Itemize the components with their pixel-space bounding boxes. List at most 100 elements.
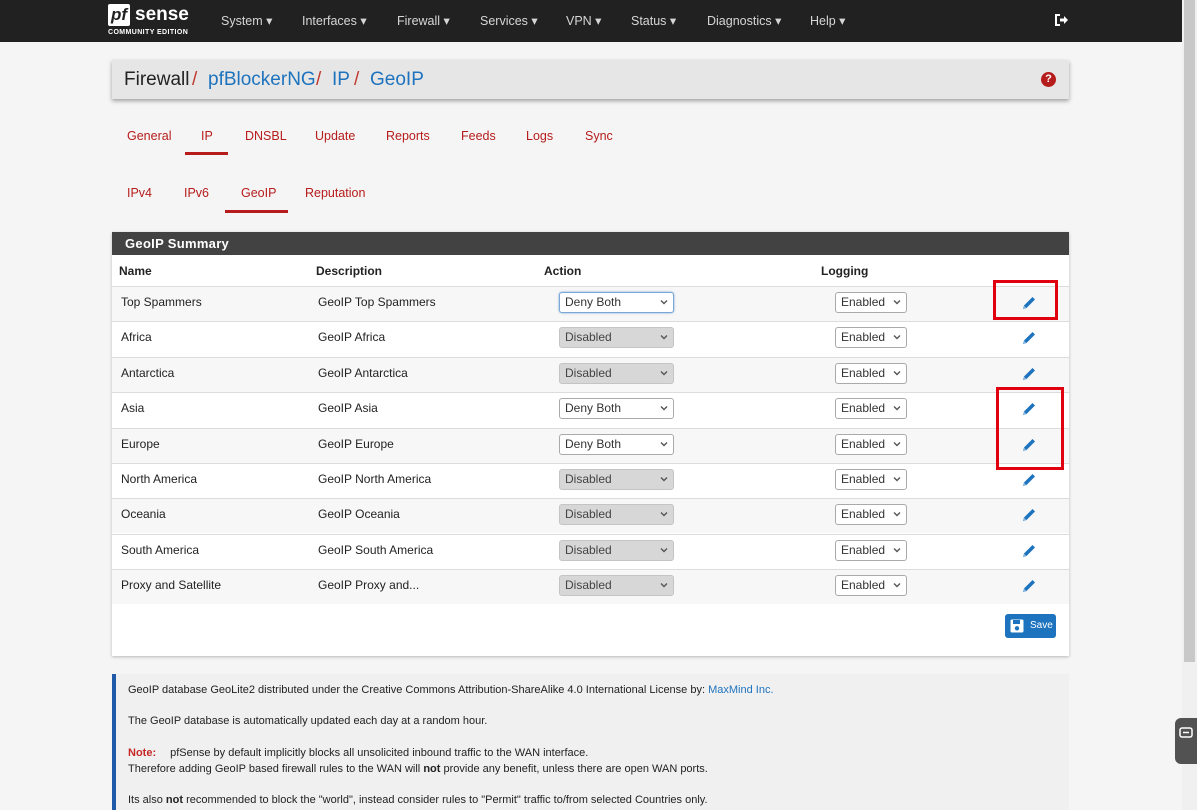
logging-select[interactable]: Enabled [835, 327, 907, 349]
chevron-down-icon [893, 512, 901, 517]
action-value: Disabled [565, 472, 612, 486]
subtab-ipv4[interactable]: IPv4 [127, 186, 152, 200]
logging-value: Enabled [841, 401, 886, 416]
logging-select[interactable]: Enabled [835, 292, 907, 313]
action-value: Deny Both [565, 401, 622, 416]
column-name: Name [119, 264, 152, 278]
row-name: Europe [121, 436, 160, 451]
action-select[interactable]: Disabled [559, 469, 674, 490]
subtab-ipv6[interactable]: IPv6 [184, 186, 209, 200]
action-value: Deny Both [565, 436, 622, 451]
breadcrumb-pfblockerng[interactable]: pfBlockerNG [208, 69, 316, 91]
row-name: Top Spammers [121, 295, 202, 309]
table-row: Oceania GeoIP Oceania Disabled Enabled [112, 498, 1069, 534]
save-button[interactable]: Save [1005, 614, 1056, 638]
action-select[interactable]: Disabled [559, 504, 674, 526]
logging-select[interactable]: Enabled [835, 469, 907, 490]
row-description: GeoIP Oceania [318, 507, 400, 522]
table-row: Asia GeoIP Asia Deny Both Enabled [112, 392, 1069, 427]
tab-general[interactable]: General [127, 129, 171, 143]
action-value: Disabled [565, 542, 612, 557]
edit-pencil-icon[interactable] [1021, 578, 1037, 594]
chevron-down-icon [660, 477, 668, 482]
tab-ip[interactable]: IP [201, 129, 213, 143]
pfsense-logo[interactable]: pf sense COMMUNITY EDITION [108, 4, 198, 38]
table-row: Europe GeoIP Europe Deny Both Enabled [112, 427, 1069, 463]
subtab-reputation[interactable]: Reputation [305, 186, 365, 200]
action-select[interactable]: Disabled [559, 575, 674, 597]
chevron-down-icon [660, 512, 668, 517]
nav-vpn[interactable]: VPN ▾ [566, 13, 601, 28]
logging-select[interactable]: Enabled [835, 433, 907, 455]
chevron-down-icon [893, 300, 901, 305]
breadcrumb-ip[interactable]: IP [332, 69, 350, 91]
action-value: Deny Both [565, 295, 622, 309]
chevron-down-icon [893, 583, 901, 588]
top-navbar: pf sense COMMUNITY EDITION System ▾ Inte… [0, 0, 1182, 42]
subtab-geoip[interactable]: GeoIP [241, 186, 276, 200]
action-value: Disabled [565, 330, 612, 345]
edit-pencil-icon[interactable] [1021, 366, 1037, 382]
row-name: Asia [121, 401, 145, 416]
logging-select[interactable]: Enabled [835, 539, 907, 561]
info-world-line: Its also not recommended to block the "w… [128, 794, 708, 806]
maxmind-link[interactable]: MaxMind Inc. [708, 684, 773, 696]
logging-value: Enabled [841, 542, 886, 557]
edit-pencil-icon[interactable] [1021, 472, 1037, 488]
nav-system[interactable]: System ▾ [221, 13, 272, 28]
logging-value: Enabled [841, 330, 886, 345]
tab-feeds[interactable]: Feeds [461, 129, 496, 143]
row-name: Africa [121, 330, 152, 345]
highlight-box-asia-europe-edit [996, 387, 1064, 470]
chevron-down-icon [893, 370, 901, 376]
highlight-box-top-spammers-edit [993, 280, 1058, 320]
nav-services[interactable]: Services ▾ [480, 13, 538, 28]
action-value: Disabled [565, 507, 612, 522]
logging-select[interactable]: Enabled [835, 575, 907, 597]
info-wan-line: Therefore adding GeoIP based firewall ru… [128, 763, 708, 775]
tab-logs[interactable]: Logs [526, 129, 553, 143]
side-support-widget[interactable] [1175, 718, 1197, 764]
tab-reports[interactable]: Reports [386, 129, 430, 143]
action-select[interactable]: Disabled [559, 362, 674, 384]
nav-help[interactable]: Help ▾ [810, 13, 845, 28]
chevron-down-icon [660, 547, 668, 553]
tab-dnsbl[interactable]: DNSBL [245, 129, 287, 143]
column-description: Description [316, 264, 383, 278]
logout-icon[interactable] [1053, 12, 1069, 28]
row-description: GeoIP South America [318, 542, 434, 557]
nav-diagnostics[interactable]: Diagnostics ▾ [707, 13, 781, 28]
logging-value: Enabled [841, 365, 886, 380]
tab-update[interactable]: Update [315, 129, 355, 143]
wan-text-c: provide any benefit, unless there are op… [440, 763, 708, 775]
table-row: Proxy and Satellite GeoIP Proxy and... Dis… [112, 569, 1069, 605]
scrollbar-thumb[interactable] [1184, 0, 1195, 662]
wan-text-bold: not [423, 763, 441, 775]
edit-pencil-icon[interactable] [1021, 507, 1037, 523]
action-select[interactable]: Disabled [559, 327, 674, 349]
action-select[interactable]: Deny Both [559, 433, 674, 455]
nav-status[interactable]: Status ▾ [631, 13, 676, 28]
logo-sense: sense [135, 4, 189, 25]
nav-firewall[interactable]: Firewall ▾ [397, 13, 450, 28]
logging-select[interactable]: Enabled [835, 504, 907, 526]
edit-pencil-icon[interactable] [1021, 543, 1037, 559]
geoip-summary-panel: GeoIP Summary Name Description Action Lo… [112, 232, 1069, 656]
action-select[interactable]: Deny Both [559, 398, 674, 420]
nav-interfaces[interactable]: Interfaces ▾ [302, 13, 367, 28]
world-text-bold: not [165, 794, 184, 806]
wan-text-a: Therefore adding GeoIP based firewall ru… [128, 763, 424, 775]
breadcrumb-geoip[interactable]: GeoIP [370, 69, 424, 91]
breadcrumb-separator: / [192, 69, 198, 90]
tab-sync[interactable]: Sync [585, 129, 613, 143]
action-value: Disabled [565, 365, 612, 380]
edit-pencil-icon[interactable] [1021, 330, 1037, 346]
help-icon[interactable]: ? [1041, 72, 1056, 87]
action-select[interactable]: Disabled [559, 539, 674, 561]
row-description: GeoIP Proxy and... [318, 578, 420, 593]
action-select[interactable]: Deny Both [559, 292, 674, 313]
logging-select[interactable]: Enabled [835, 362, 907, 384]
logo-pf: pf [108, 4, 131, 26]
logging-select[interactable]: Enabled [835, 398, 907, 420]
logging-value: Enabled [841, 507, 886, 522]
